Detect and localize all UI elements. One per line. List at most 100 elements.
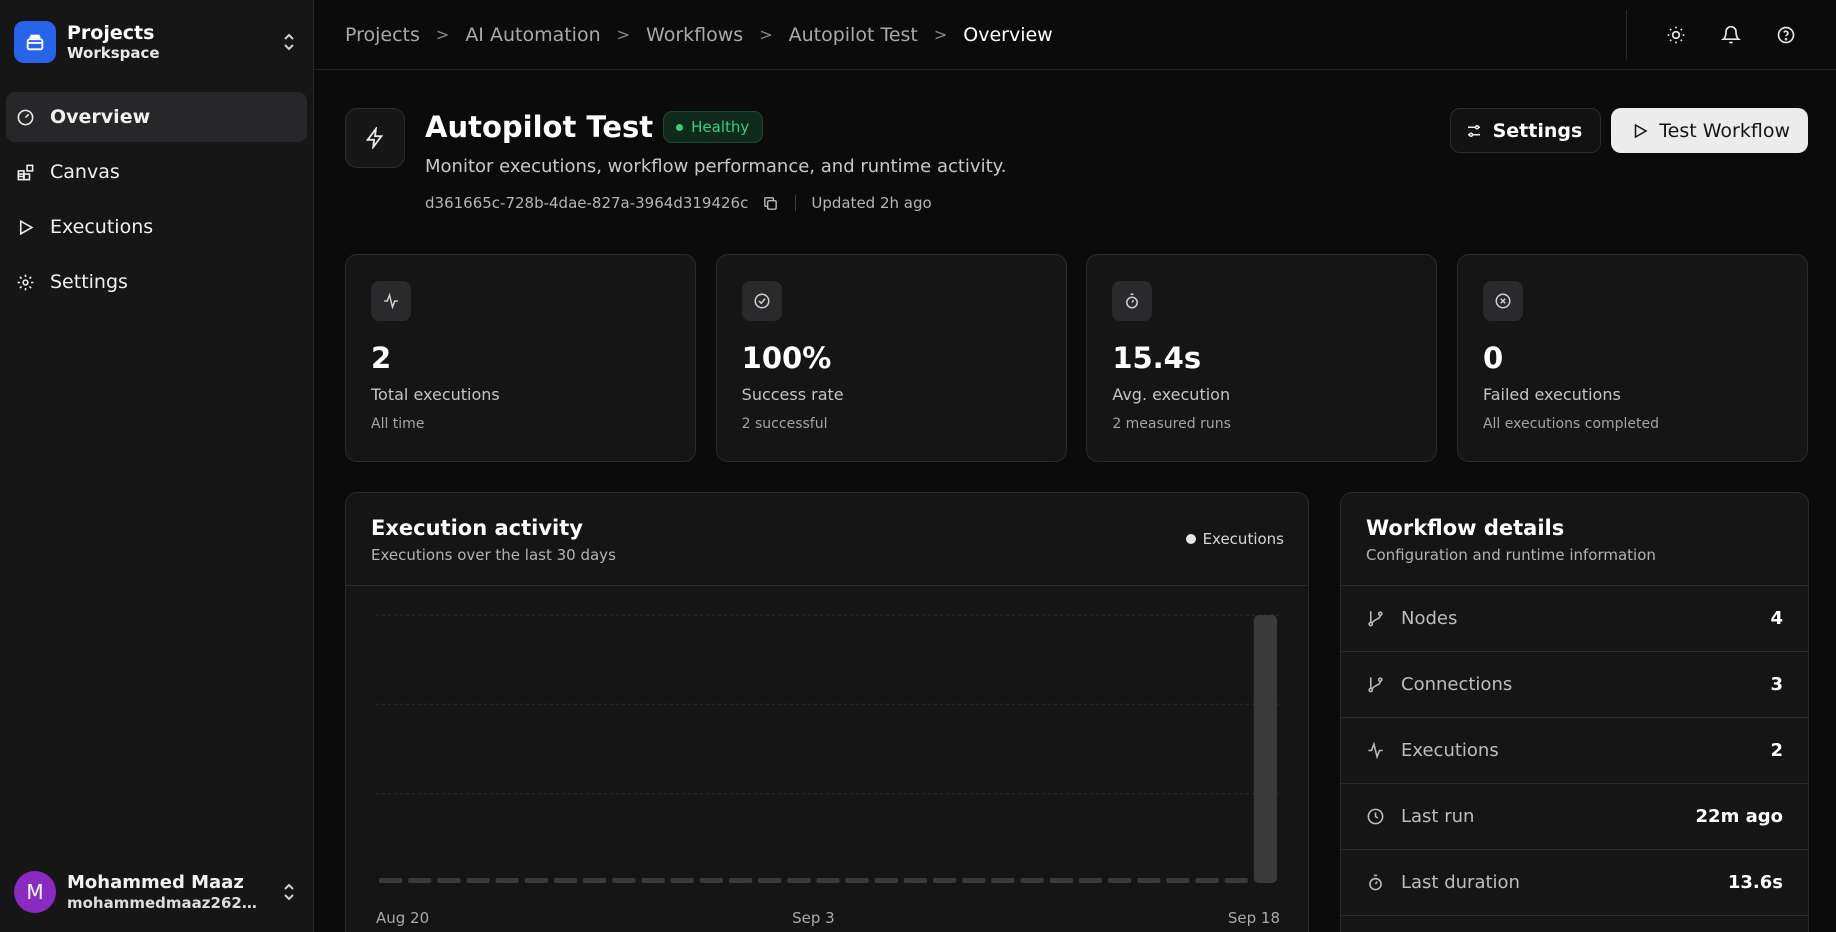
chart-area: Aug 20 Sep 3 Sep 18 bbox=[346, 587, 1308, 932]
chevron-right-icon: > bbox=[435, 25, 450, 44]
chart-bar[interactable] bbox=[991, 878, 1015, 883]
theme-toggle-button[interactable] bbox=[1656, 15, 1696, 55]
chart-bar[interactable] bbox=[1078, 878, 1103, 883]
user-name: Mohammed Maaz bbox=[67, 871, 244, 893]
play-icon bbox=[1631, 122, 1649, 140]
topbar-actions bbox=[1626, 9, 1806, 60]
updated-time: Updated 2h ago bbox=[811, 194, 932, 212]
chevron-right-icon: > bbox=[616, 25, 631, 44]
card-title: Workflow details bbox=[1366, 516, 1565, 540]
chart-bar[interactable] bbox=[1166, 878, 1190, 883]
activity-icon bbox=[371, 281, 411, 321]
chart-bar[interactable] bbox=[612, 878, 636, 883]
breadcrumb-ai-automation[interactable]: AI Automation bbox=[465, 24, 600, 46]
chart-bar[interactable] bbox=[495, 878, 519, 883]
chart-bar[interactable] bbox=[874, 878, 898, 883]
card-subtitle: Configuration and runtime information bbox=[1366, 546, 1656, 564]
chart-bar[interactable] bbox=[1224, 878, 1248, 883]
chart-bar[interactable] bbox=[524, 878, 549, 883]
gear-icon bbox=[16, 272, 36, 292]
legend-label: Executions bbox=[1202, 530, 1284, 548]
chart-bar[interactable] bbox=[641, 878, 665, 883]
detail-value: 3 bbox=[1770, 674, 1783, 695]
card-title: Execution activity bbox=[371, 516, 583, 540]
breadcrumb-current: Overview bbox=[963, 23, 1053, 46]
chart-bar[interactable] bbox=[699, 878, 724, 883]
stat-card-avg-execution: 15.4s Avg. execution 2 measured runs bbox=[1086, 254, 1438, 462]
help-button[interactable] bbox=[1766, 15, 1806, 55]
stat-sub: All time bbox=[371, 416, 425, 432]
stat-sub: 2 successful bbox=[741, 416, 828, 432]
lightning-icon bbox=[345, 108, 405, 168]
chart-bar[interactable] bbox=[758, 878, 782, 883]
chart-bar[interactable] bbox=[583, 878, 607, 883]
gauge-icon bbox=[16, 107, 36, 127]
detail-label: Nodes bbox=[1401, 608, 1458, 629]
chart-bar[interactable] bbox=[728, 878, 753, 883]
main-content: Projects > AI Automation > Workflows > A… bbox=[314, 0, 1836, 932]
play-icon bbox=[16, 217, 36, 237]
chart-bar[interactable] bbox=[845, 878, 869, 883]
chart-bar[interactable] bbox=[1195, 878, 1219, 883]
chevron-right-icon: > bbox=[933, 25, 948, 44]
branch-icon bbox=[1366, 675, 1386, 695]
header-actions: Settings Test Workflow bbox=[1449, 108, 1808, 153]
chart-bar[interactable] bbox=[1137, 878, 1161, 883]
sidebar-item-canvas[interactable]: Canvas bbox=[6, 147, 307, 197]
sidebar-item-label: Overview bbox=[50, 106, 151, 128]
notifications-button[interactable] bbox=[1711, 15, 1751, 55]
stopwatch-icon bbox=[1366, 873, 1386, 893]
stat-value: 100% bbox=[741, 341, 832, 375]
detail-value: 22m ago bbox=[1695, 806, 1783, 827]
detail-value: 13.6s bbox=[1727, 872, 1783, 893]
chart-bar[interactable] bbox=[1253, 615, 1278, 883]
sidebar-item-settings[interactable]: Settings bbox=[6, 257, 307, 307]
chart-bar[interactable] bbox=[816, 878, 840, 883]
chart-bar[interactable] bbox=[932, 878, 957, 883]
chart-bar[interactable] bbox=[670, 878, 694, 883]
chart-bar[interactable] bbox=[408, 878, 432, 883]
chart-bar[interactable] bbox=[437, 878, 461, 883]
check-circle-icon bbox=[741, 281, 782, 321]
sidebar-nav: Overview Canvas Executions Settings bbox=[0, 84, 313, 320]
chart-bar[interactable] bbox=[1020, 878, 1044, 883]
chart-bar[interactable] bbox=[1107, 878, 1132, 883]
stat-card-failed-executions: 0 Failed executions All executions compl… bbox=[1456, 254, 1808, 462]
page-title: Autopilot Test bbox=[425, 110, 654, 144]
chart-x-tick: Sep 3 bbox=[792, 909, 835, 927]
sidebar-item-overview[interactable]: Overview bbox=[6, 92, 307, 142]
workflow-id: d361665c-728b-4dae-827a-3964d319426c bbox=[425, 194, 749, 212]
user-email: mohammedmaaz2623@... bbox=[67, 893, 267, 912]
detail-label: Last run bbox=[1401, 806, 1475, 827]
chart-bar[interactable] bbox=[1049, 878, 1073, 883]
chart-bar[interactable] bbox=[466, 878, 490, 883]
breadcrumb: Projects > AI Automation > Workflows > A… bbox=[345, 24, 1626, 46]
status-badge-label: Healthy bbox=[691, 118, 750, 136]
copy-icon[interactable] bbox=[762, 194, 780, 212]
status-badge: Healthy bbox=[663, 111, 764, 143]
settings-button[interactable]: Settings bbox=[1449, 108, 1602, 153]
x-circle-icon bbox=[1482, 281, 1523, 321]
page-description: Monitor executions, workflow performance… bbox=[425, 156, 1007, 177]
sidebar-item-label: Settings bbox=[50, 271, 128, 293]
chart-bar[interactable] bbox=[962, 878, 986, 883]
stat-label: Total executions bbox=[371, 385, 500, 404]
avatar: M bbox=[14, 871, 56, 913]
card-subtitle: Executions over the last 30 days bbox=[371, 546, 616, 564]
chart-bar[interactable] bbox=[553, 878, 578, 883]
user-menu[interactable]: M Mohammed Maaz mohammedmaaz2623@... bbox=[0, 852, 313, 932]
topbar: Projects > AI Automation > Workflows > A… bbox=[314, 0, 1836, 70]
chart-bar[interactable] bbox=[787, 878, 811, 883]
breadcrumb-workflows[interactable]: Workflows bbox=[646, 24, 743, 46]
sidebar-item-executions[interactable]: Executions bbox=[6, 202, 307, 252]
breadcrumb-projects[interactable]: Projects bbox=[345, 24, 420, 46]
test-workflow-button[interactable]: Test Workflow bbox=[1611, 108, 1808, 153]
stat-value: 0 bbox=[1482, 341, 1504, 375]
chart-bar[interactable] bbox=[903, 878, 928, 883]
chart-bar[interactable] bbox=[378, 878, 403, 883]
detail-label: Last duration bbox=[1401, 872, 1520, 893]
workflow-header: Autopilot Test Healthy Monitor execution… bbox=[345, 108, 1808, 218]
stopwatch-icon bbox=[1112, 281, 1153, 321]
workspace-switcher[interactable]: Projects Workspace bbox=[0, 0, 313, 84]
breadcrumb-autopilot-test[interactable]: Autopilot Test bbox=[789, 24, 918, 46]
